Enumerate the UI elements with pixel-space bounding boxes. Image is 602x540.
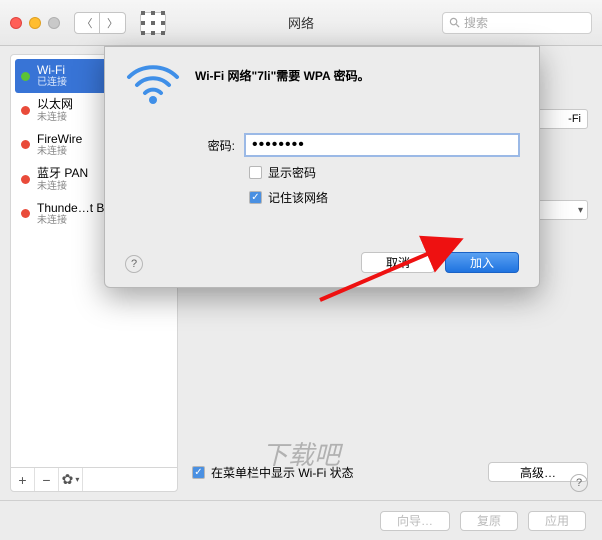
wifi-toggle-stub[interactable]: -Fi [536,109,588,129]
cancel-button[interactable]: 取消 [361,252,435,273]
chevron-down-icon: ▾ [75,475,79,484]
menubar-checkbox-label: 在菜单栏中显示 Wi-Fi 状态 [211,464,354,481]
traffic-lights [10,17,60,29]
nav-buttons: 〈 〉 [74,12,126,34]
show-password-label: 显示密码 [268,164,316,181]
footer: 向导… 复原 应用 [0,500,602,540]
sidebar-footer: + − ✿▾ [11,467,177,491]
help-button[interactable]: ? [570,474,588,492]
revert-button[interactable]: 复原 [460,511,518,531]
join-button[interactable]: 加入 [445,252,519,273]
remember-network-label: 记住该网络 [268,189,328,206]
dialog-help-button[interactable]: ? [125,255,143,273]
sidebar-item-label: 以太网 [37,97,73,111]
show-all-button[interactable] [140,12,166,34]
wifi-password-dialog: Wi-Fi 网络"7li"需要 WPA 密码。 密码: 显示密码 ✓ 记住该网络… [104,46,540,288]
password-input[interactable] [245,134,519,156]
status-dot [21,209,30,218]
menubar-row: ✓ 在菜单栏中显示 Wi-Fi 状态 高级… [192,462,588,482]
zoom-window-button[interactable] [48,17,60,29]
search-placeholder: 搜索 [464,14,488,31]
remove-service-button[interactable]: − [35,468,59,491]
dialog-title: Wi-Fi 网络"7li"需要 WPA 密码。 [195,63,519,84]
menubar-checkbox[interactable]: ✓ [192,466,205,479]
grid-icon [141,11,165,35]
status-dot [21,72,30,81]
assist-button[interactable]: 向导… [380,511,450,531]
sidebar-item-status: 未连接 [37,181,88,193]
sidebar-item-label: Wi-Fi [37,63,67,77]
minimize-window-button[interactable] [29,17,41,29]
sidebar-item-status: 未连接 [37,146,82,158]
sidebar-item-status: 未连接 [37,112,73,124]
wifi-icon [125,63,181,112]
remember-network-checkbox[interactable]: ✓ [249,191,262,204]
dropdown-stub[interactable] [536,200,588,220]
sidebar-item-status: 已连接 [37,77,67,89]
status-dot [21,106,30,115]
search-icon [449,17,460,28]
forward-button[interactable]: 〉 [100,12,126,34]
service-actions-button[interactable]: ✿▾ [59,468,83,491]
sidebar-item-label: 蓝牙 PAN [37,166,88,180]
add-service-button[interactable]: + [11,468,35,491]
titlebar: 〈 〉 网络 搜索 [0,0,602,46]
status-dot [21,140,30,149]
status-dot [21,175,30,184]
gear-icon: ✿ [62,471,74,488]
password-label: 密码: [195,137,235,154]
apply-button[interactable]: 应用 [528,511,586,531]
sidebar-item-label: FireWire [37,132,82,146]
show-password-checkbox[interactable] [249,166,262,179]
back-button[interactable]: 〈 [74,12,100,34]
search-field[interactable]: 搜索 [442,12,592,34]
close-window-button[interactable] [10,17,22,29]
